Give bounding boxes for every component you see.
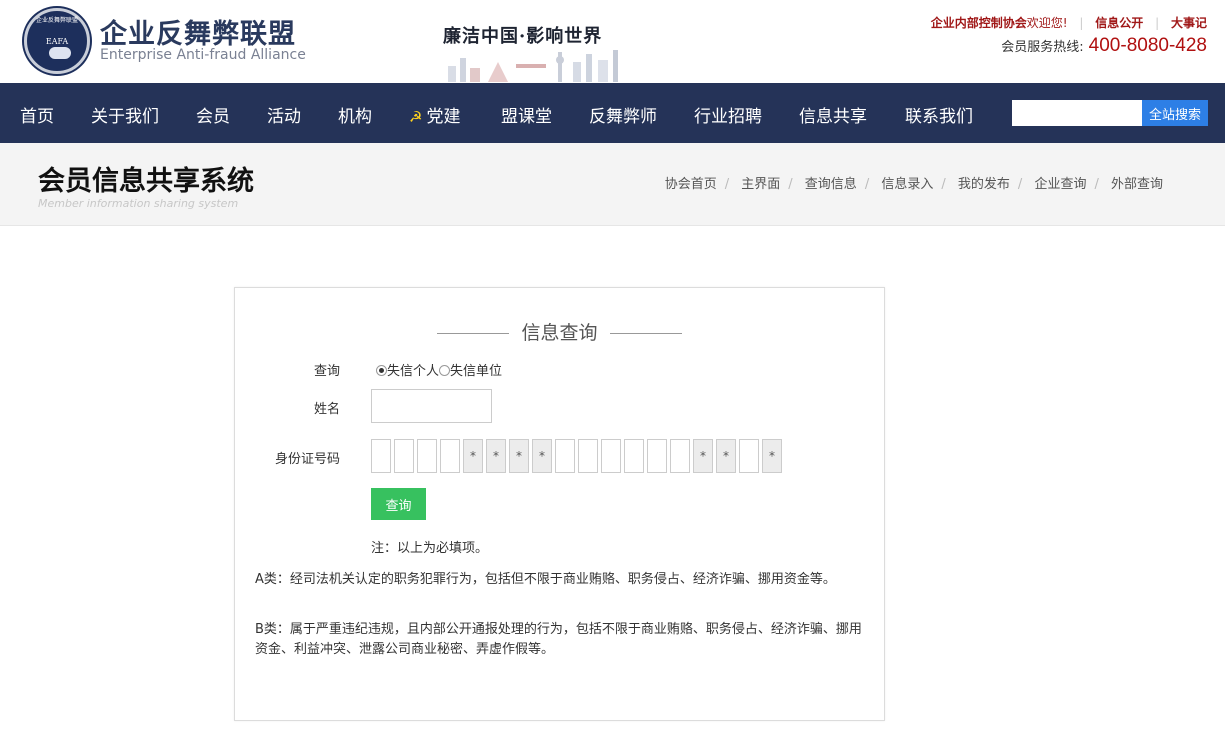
handshake-icon [49,47,71,59]
nav-item-party[interactable]: ☭ 党建 [409,102,460,127]
welcome-text: 欢迎您! [1026,16,1068,30]
hotline-label: 会员服务热线: [1001,40,1084,55]
skyline-icon [448,50,618,82]
emblem-ring-text: 企业反舞弊联盟 [35,17,78,24]
emblem-abbr: EAFA [45,37,69,46]
slogan: 廉洁中国·影响世界 [443,26,603,47]
id-digit-box[interactable] [578,439,598,473]
nav-item-party-label: 党建 [426,107,461,127]
breadcrumb-main[interactable]: 主界面 [741,177,780,192]
site-search-input[interactable] [1012,100,1142,126]
id-digit-box[interactable] [624,439,644,473]
id-digit-box[interactable] [371,439,391,473]
nav-item-members[interactable]: 会员 [196,102,230,127]
logo-title[interactable]: 企业反舞弊联盟 [100,12,296,51]
breadcrumb-external-query[interactable]: 外部查询 [1111,177,1163,192]
page-subheader: 会员信息共享系统 Member information sharing syst… [0,143,1225,226]
id-digit-box[interactable] [739,439,759,473]
nav-item-classroom[interactable]: 盟课堂 [501,102,552,127]
nav-item-recruitment[interactable]: 行业招聘 [694,102,762,127]
org-name: 企业内部控制协会 [930,16,1027,30]
breadcrumb-company-query[interactable]: 企业查询 [1034,177,1086,192]
id-digit-box-masked: * [762,439,782,473]
breadcrumb-home[interactable]: 协会首页 [665,177,717,192]
id-digit-box[interactable] [601,439,621,473]
site-header: 企业反舞弊联盟 EAFA 企业反舞弊联盟 Enterprise Anti-fra… [0,0,1225,83]
radio-individual-label[interactable]: 失信个人 [387,364,439,379]
query-panel: 信息查询 查询 失信个人 失信单位 姓名 身份证号码 * * * * * * * … [234,287,885,721]
query-type-radio-group: 失信个人 失信单位 [376,360,502,379]
breadcrumb-entry[interactable]: 信息录入 [881,177,933,192]
id-digit-box[interactable] [555,439,575,473]
panel-title-text: 信息查询 [521,322,598,344]
id-digit-box-masked: * [693,439,713,473]
id-digit-box[interactable] [647,439,667,473]
query-type-label: 查询 [313,364,340,379]
nav-item-about[interactable]: 关于我们 [91,102,159,127]
header-top-right: 企业内部控制协会欢迎您! | 信息公开 | 大事记 会员服务热线: 400-80… [930,16,1207,56]
logo-subtitle: Enterprise Anti-fraud Alliance [100,47,306,63]
id-digit-box[interactable] [394,439,414,473]
id-digit-box-masked: * [716,439,736,473]
id-digit-box[interactable] [440,439,460,473]
id-digit-box-masked: * [509,439,529,473]
nav-item-info-sharing[interactable]: 信息共享 [799,102,867,127]
breadcrumb: 协会首页 / 主界面 / 查询信息 / 信息录入 / 我的发布 / 企业查询 / 外部查询 [664,177,1163,192]
panel-title: 信息查询 [235,318,884,345]
events-link[interactable]: 大事记 [1171,16,1207,30]
id-digit-box[interactable] [670,439,690,473]
name-label: 姓名 [313,402,340,417]
alliance-emblem-icon[interactable]: 企业反舞弊联盟 EAFA [24,8,90,74]
id-digit-box-masked: * [463,439,483,473]
info-public-link[interactable]: 信息公开 [1095,16,1143,30]
id-digit-box[interactable] [417,439,437,473]
main-nav: 首页 关于我们 会员 活动 机构 ☭ 党建 盟课堂 反舞弊师 行业招聘 信息共享 … [0,83,1225,143]
page-subtitle: Member information sharing system [38,197,239,210]
category-b-description: B类：属于严重违纪违规，且内部公开通报处理的行为，包括不限于商业贿赂、职务侵占、… [255,622,862,657]
id-number-label: 身份证号码 [274,452,340,467]
radio-organization[interactable] [439,365,451,376]
page-title: 会员信息共享系统 [38,166,254,197]
nav-item-fraud-examiner[interactable]: 反舞弊师 [589,102,657,127]
required-note: 注：以上为必填项。 [371,541,489,556]
breadcrumb-query[interactable]: 查询信息 [805,177,857,192]
party-emblem-icon: ☭ [409,108,423,126]
nav-item-home[interactable]: 首页 [20,102,54,127]
category-a-description: A类：经司法机关认定的职务犯罪行为，包括但不限于商业贿赂、职务侵占、经济诈骗、挪… [255,572,836,587]
name-input[interactable] [371,389,492,423]
radio-individual[interactable] [376,365,387,376]
id-digit-box-masked: * [532,439,552,473]
query-submit-button[interactable]: 查询 [371,488,426,520]
nav-item-contact[interactable]: 联系我们 [905,102,973,127]
nav-item-organization[interactable]: 机构 [338,102,372,127]
nav-item-events[interactable]: 活动 [267,102,301,127]
radio-organization-label[interactable]: 失信单位 [450,364,502,379]
breadcrumb-my-posts[interactable]: 我的发布 [958,177,1010,192]
id-digit-box-masked: * [486,439,506,473]
hotline-number: 400-8080-428 [1088,35,1207,56]
site-search-button[interactable]: 全站搜索 [1142,100,1208,126]
